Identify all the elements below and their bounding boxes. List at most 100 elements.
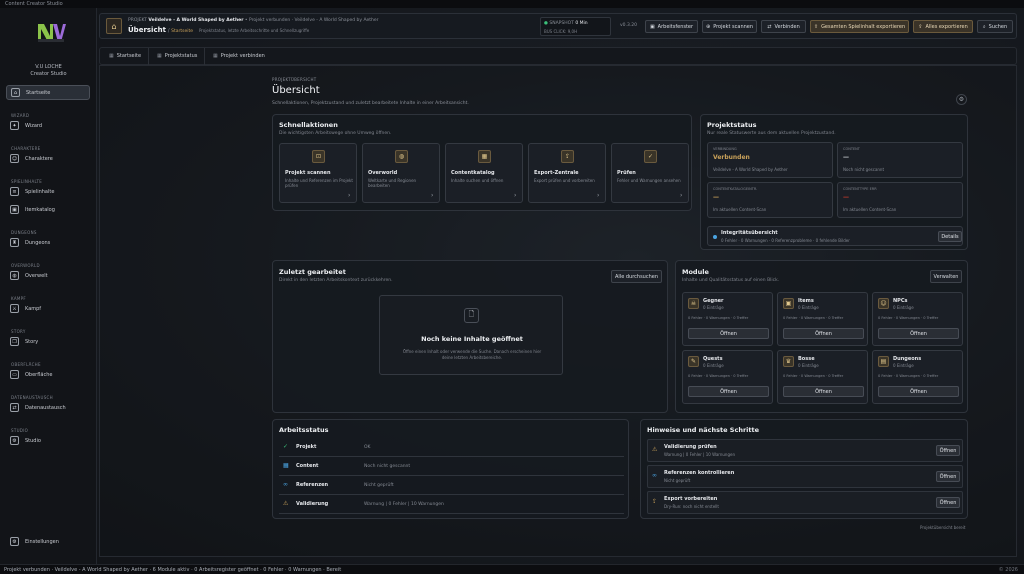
sidebar-item-0[interactable]: ⌂ Startseite <box>6 85 90 100</box>
sidebar-item-label: Kampf <box>25 305 42 312</box>
page-title-line: Übersicht / Startseite Projektstatus, le… <box>128 26 310 34</box>
export-all-button[interactable]: ⇪ Alles exportieren <box>913 20 973 33</box>
hint-title: Export vorbereiten <box>664 496 718 502</box>
sidebar-item-9[interactable]: ▭ Oberfläche <box>6 367 90 382</box>
sidebar-item-label: Overwelt <box>25 272 48 279</box>
quick-card-4[interactable]: ✓ Prüfen Fehler und Warnungen ansehen › <box>611 143 689 203</box>
quick-card-title: Overworld <box>368 170 398 176</box>
quick-card-title: Prüfen <box>617 170 636 176</box>
box-icon: ▣ <box>783 298 794 309</box>
sidebar-item-label: Startseite <box>26 89 51 96</box>
sidebar-item-11[interactable]: ⚙ Studio <box>6 433 90 448</box>
sidebar-item-4[interactable]: ▣ Itemkatalog <box>6 202 90 217</box>
quick-card-0[interactable]: ⊡ Projekt scannen Inhalte und Referenzen i… <box>279 143 357 203</box>
status-sub: Nur reale Statuswerte aus dem aktuellen … <box>707 131 836 136</box>
module-open-button[interactable]: Öffnen <box>878 328 959 339</box>
details-button[interactable]: Details <box>938 231 962 242</box>
hint-open-button[interactable]: Öffnen <box>936 497 960 508</box>
box-icon: ▣ <box>10 205 19 214</box>
sidebar-item-1[interactable]: ✦ Wizard <box>6 118 90 133</box>
sidebar-item-8[interactable]: ❐ Story <box>6 334 90 349</box>
sidebar-item-6[interactable]: ◍ Overwelt <box>6 268 90 283</box>
book-icon: ❐ <box>10 337 19 346</box>
tile-value: — <box>843 154 849 161</box>
list-icon: ≡ <box>10 187 19 196</box>
modules-sub: Inhalte und Qualitätsstatus auf einen Bl… <box>682 278 780 283</box>
project-prefix: PROJEKT <box>128 18 147 23</box>
connect-button[interactable]: ⇄ Verbinden <box>761 20 806 33</box>
scan-icon: ⊡ <box>312 150 325 163</box>
link-icon: ∞ <box>283 481 288 488</box>
user-icon: ☺ <box>10 154 19 163</box>
header-bar: ⌂ PROJEKT Veildelve - A World Shaped by … <box>99 13 1017 39</box>
tile-desc: Noch nicht gescannt <box>843 167 885 172</box>
module-name: NPCs <box>893 298 908 304</box>
module-open-button[interactable]: Öffnen <box>783 386 864 397</box>
status-tile-0: VERBINDUNG Verbunden Veildelve - A World S… <box>707 142 833 178</box>
header-page-title: Übersicht <box>128 26 166 34</box>
module-card-5: ▤ Dungeons 0 Einträge 0 Fehler · 0 Warnunge… <box>872 350 963 404</box>
sidebar-item-label: Itemkatalog <box>25 206 55 213</box>
empty-desc: Öffne einen Inhalt oder verwende die Suc… <box>402 349 542 360</box>
gear-icon: ⚙ <box>10 436 19 445</box>
snapshot-sub: BUS CLICK: 9,0H <box>544 29 578 34</box>
tab-project-status[interactable]: ▦ Projektstatus <box>157 53 197 59</box>
quick-card-2[interactable]: ▦ Contentkatalog Inhalte suchen und öffnen… <box>445 143 523 203</box>
module-card-4: ♛ Bosse 0 Einträge 0 Fehler · 0 Warnungen ·… <box>777 350 868 404</box>
export-icon: ⇪ <box>652 498 658 505</box>
sidebar-item-settings[interactable]: ⚙ Einstellungen <box>6 534 90 549</box>
hint-desc: Dry-Run: noch nicht erstellt <box>664 504 719 509</box>
quick-card-desc: Inhalte suchen und öffnen <box>451 178 504 183</box>
export-all-content-button[interactable]: ⇪ Gesamten Spielinhalt exportieren <box>810 20 909 33</box>
module-stats: 0 Fehler · 0 Warnungen · 0 Treffer <box>688 316 749 320</box>
module-open-button[interactable]: Öffnen <box>783 328 864 339</box>
home-icon[interactable]: ⌂ <box>106 18 122 34</box>
sidebar-item-label: Studio <box>25 437 41 444</box>
module-open-button[interactable]: Öffnen <box>878 386 959 397</box>
workspace-button[interactable]: ▣ Arbeitsfenster <box>645 20 698 33</box>
sidebar-item-3[interactable]: ≡ Spielinhalte <box>6 184 90 199</box>
module-name: Dungeons <box>893 356 922 362</box>
sidebar-item-10[interactable]: ⇄ Datenaustausch <box>6 400 90 415</box>
module-open-button[interactable]: Öffnen <box>688 328 769 339</box>
sidebar-item-5[interactable]: ♜ Dungeons <box>6 235 90 250</box>
tile-label: VERBINDUNG <box>713 147 737 151</box>
quick-card-desc: Weltkarte und Regionen bearbeiten <box>368 178 417 188</box>
module-stats: 0 Fehler · 0 Warnungen · 0 Treffer <box>878 374 939 378</box>
browse-all-button[interactable]: Alle durchsuchen <box>611 270 662 283</box>
integrity-row: Integritätsübersicht 0 Fehler · 0 Warnun… <box>707 226 963 246</box>
quick-card-3[interactable]: ⇪ Export-Zentrale Export prüfen und vorber… <box>528 143 606 203</box>
sidebar-item-label: Story <box>25 338 39 345</box>
tab-project-connect[interactable]: ▦ Projekt verbinden <box>213 53 265 59</box>
tile-value: — <box>713 194 719 201</box>
module-name: Items <box>798 298 814 304</box>
scan-project-button[interactable]: ⊕ Projekt scannen <box>702 20 757 33</box>
sidebar-item-7[interactable]: ⚔ Kampf <box>6 301 90 316</box>
module-stats: 0 Fehler · 0 Warnungen · 0 Treffer <box>783 374 844 378</box>
search-button[interactable]: ⌕ Suchen <box>977 20 1013 33</box>
hint-open-button[interactable]: Öffnen <box>936 445 960 456</box>
quick-title: Schnellaktionen <box>279 121 338 129</box>
sidebar-item-2[interactable]: ☺ Charaktere <box>6 151 90 166</box>
header-crumb[interactable]: Startseite <box>171 29 193 34</box>
overview-ready: Projektübersicht bereit <box>920 525 966 530</box>
manage-button[interactable]: Verwalten <box>930 270 962 283</box>
work-row: ⚠ Validierung Warnung | 0 Fehler | 10 Warn… <box>279 496 624 514</box>
quick-card-1[interactable]: ◍ Overworld Weltkarte und Regionen bearbei… <box>362 143 440 203</box>
hints-panel: Hinweise und nächste Schritte ⚠ Validieru… <box>640 419 968 519</box>
tab-home[interactable]: ▦ Startseite <box>109 53 141 59</box>
recent-title: Zuletzt gearbeitet <box>279 268 346 276</box>
settings-icon[interactable]: ⚙ <box>956 94 967 105</box>
quick-actions-panel: Schnellaktionen Die wichtigsten Arbeitsw… <box>272 114 692 211</box>
work-row-label: Projekt <box>296 444 317 450</box>
user-icon: ☺ <box>878 298 889 309</box>
page-subtitle: Schnellaktionen, Projektzustand und zule… <box>272 101 469 106</box>
work-row-value: OK <box>364 444 371 450</box>
hint-open-button[interactable]: Öffnen <box>936 471 960 482</box>
module-open-button[interactable]: Öffnen <box>688 386 769 397</box>
tab-bar: ▦ Startseite ▦ Projektstatus ▦ Projekt verb… <box>99 47 1017 65</box>
brand-name: V.U LOCHE <box>35 64 62 70</box>
quick-card-title: Export-Zentrale <box>534 170 579 176</box>
hint-title: Validierung prüfen <box>664 444 717 450</box>
module-count: 0 Einträge <box>703 363 724 368</box>
